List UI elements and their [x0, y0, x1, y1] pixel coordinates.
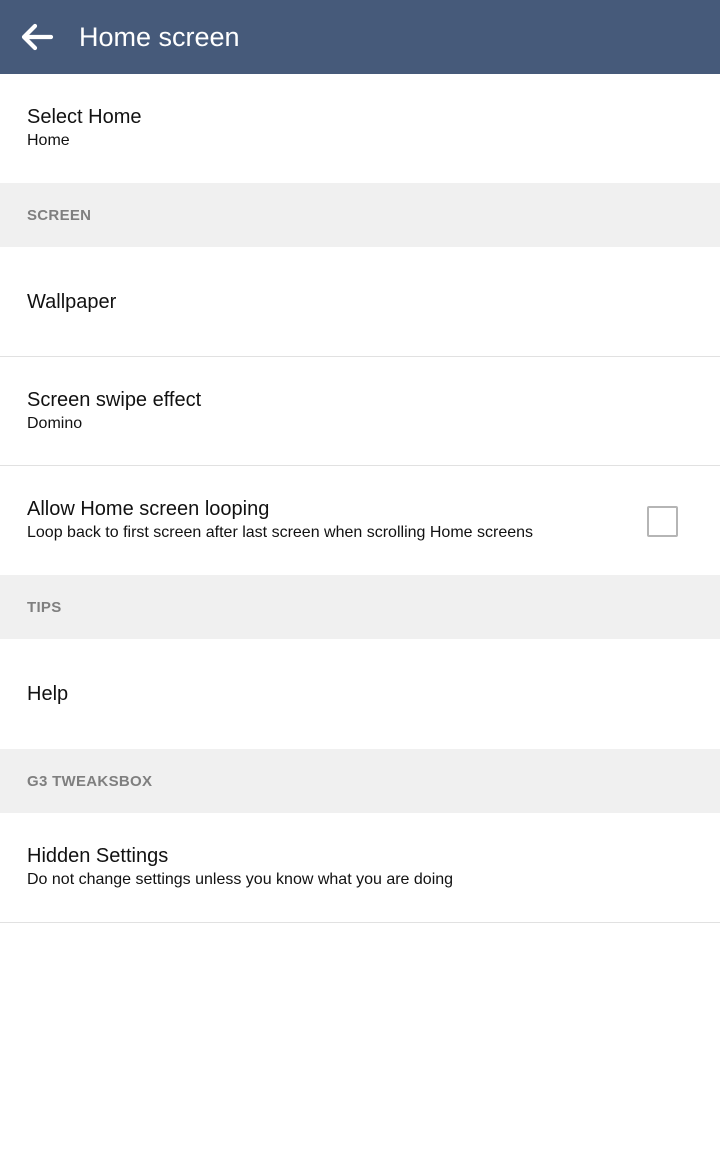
- screen-swipe-effect-summary: Domino: [27, 414, 83, 432]
- home-screen-looping-title: Allow Home screen looping: [27, 498, 270, 520]
- category-g3-tweaksbox-label: G3 TWEAKSBOX: [27, 772, 153, 790]
- wallpaper-title: Wallpaper: [27, 290, 117, 313]
- app-bar: Home screen: [0, 0, 720, 74]
- category-tips: TIPS: [0, 575, 720, 639]
- screen-swipe-effect-item[interactable]: Screen swipe effect Domino: [0, 357, 720, 466]
- select-home-item[interactable]: Select Home Home: [0, 74, 720, 183]
- select-home-title: Select Home: [27, 106, 142, 128]
- help-title: Help: [27, 683, 69, 705]
- home-screen-looping-checkbox[interactable]: [647, 505, 678, 537]
- hidden-settings-summary: Do not change settings unless you know w…: [27, 871, 454, 888]
- page-title: Home screen: [79, 21, 240, 52]
- hidden-settings-item[interactable]: Hidden Settings Do not change settings u…: [0, 813, 720, 923]
- category-screen-label: SCREEN: [27, 206, 92, 224]
- home-screen-looping-summary: Loop back to first screen after last scr…: [27, 524, 534, 541]
- category-screen: SCREEN: [0, 183, 720, 247]
- help-item[interactable]: Help: [0, 639, 720, 749]
- screen-swipe-effect-title: Screen swipe effect: [27, 388, 202, 411]
- home-screen-looping-item[interactable]: Allow Home screen looping Loop back to f…: [0, 466, 720, 575]
- hidden-settings-title: Hidden Settings: [27, 845, 169, 867]
- select-home-summary: Home: [27, 132, 70, 149]
- category-g3-tweaksbox: G3 TWEAKSBOX: [0, 749, 720, 813]
- category-tips-label: TIPS: [27, 598, 62, 616]
- wallpaper-item[interactable]: Wallpaper: [0, 247, 720, 357]
- back-button[interactable]: [0, 0, 74, 74]
- arrow-left-icon: [21, 23, 54, 51]
